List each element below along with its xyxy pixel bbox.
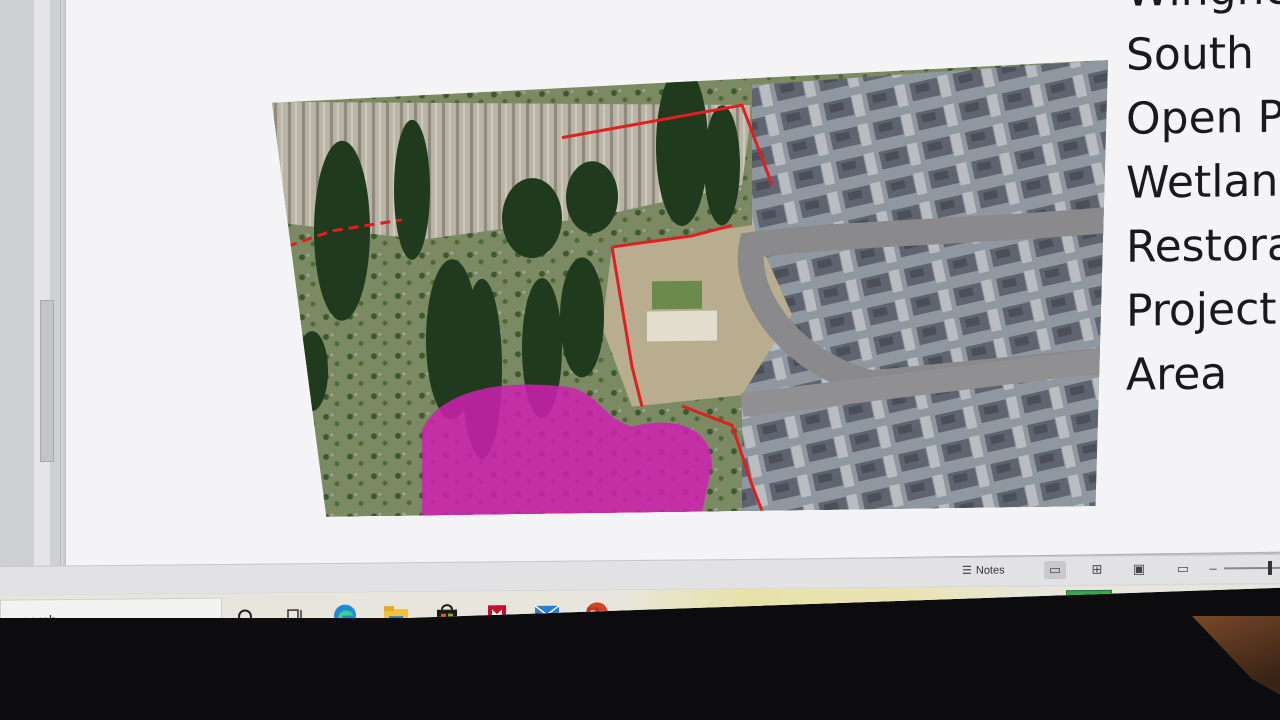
scrollbar-thumb[interactable] xyxy=(40,300,54,462)
zoom-slider-knob[interactable] xyxy=(1268,560,1272,575)
slide-text-line: Project xyxy=(1126,283,1277,337)
zoom-minus-icon[interactable]: – xyxy=(1206,559,1220,577)
notes-label: Notes xyxy=(975,563,1005,577)
aerial-site-photo xyxy=(272,60,1108,518)
normal-view-icon[interactable]: ▭ xyxy=(1044,560,1066,580)
slide-text-line: South xyxy=(1126,28,1254,81)
slide-text-line: Wetland xyxy=(1126,155,1280,209)
monitor-bezel xyxy=(0,618,1280,720)
slide-thumbnail-pane[interactable]: ▼ xyxy=(0,0,61,578)
slide-show-icon[interactable]: ▭ xyxy=(1172,560,1194,578)
wifi-icon[interactable]: ◔ xyxy=(1184,587,1192,602)
battery-indicator[interactable]: 99% xyxy=(1066,589,1112,609)
slide-sorter-icon[interactable]: ⊞ xyxy=(1086,561,1108,579)
monitor-screen: ▼ xyxy=(0,0,1280,632)
slide-text-line: Area xyxy=(1126,348,1228,401)
notes-button[interactable]: ☰ Notes xyxy=(962,563,1005,577)
slide-text-line: Open Pla xyxy=(1126,91,1280,145)
slide-canvas[interactable]: Wingher South Open Pla Wetland Restorati… xyxy=(66,0,1280,569)
volume-icon[interactable]: 🔈︎ xyxy=(1214,587,1222,603)
slide-title-text[interactable]: Wingher South Open Pla Wetland Restorati… xyxy=(1126,0,1280,408)
slide-text-line: Wingher xyxy=(1126,0,1280,24)
reading-view-icon[interactable]: ▣ xyxy=(1128,560,1150,578)
chevron-up-icon[interactable]: ︿ xyxy=(1148,587,1161,606)
thumbnail-scrollbar[interactable] xyxy=(34,0,54,578)
slide-text-line: Restoratio xyxy=(1126,218,1280,273)
pen-icon[interactable]: ✎ xyxy=(1252,587,1263,603)
notes-icon: ☰ xyxy=(962,564,972,577)
